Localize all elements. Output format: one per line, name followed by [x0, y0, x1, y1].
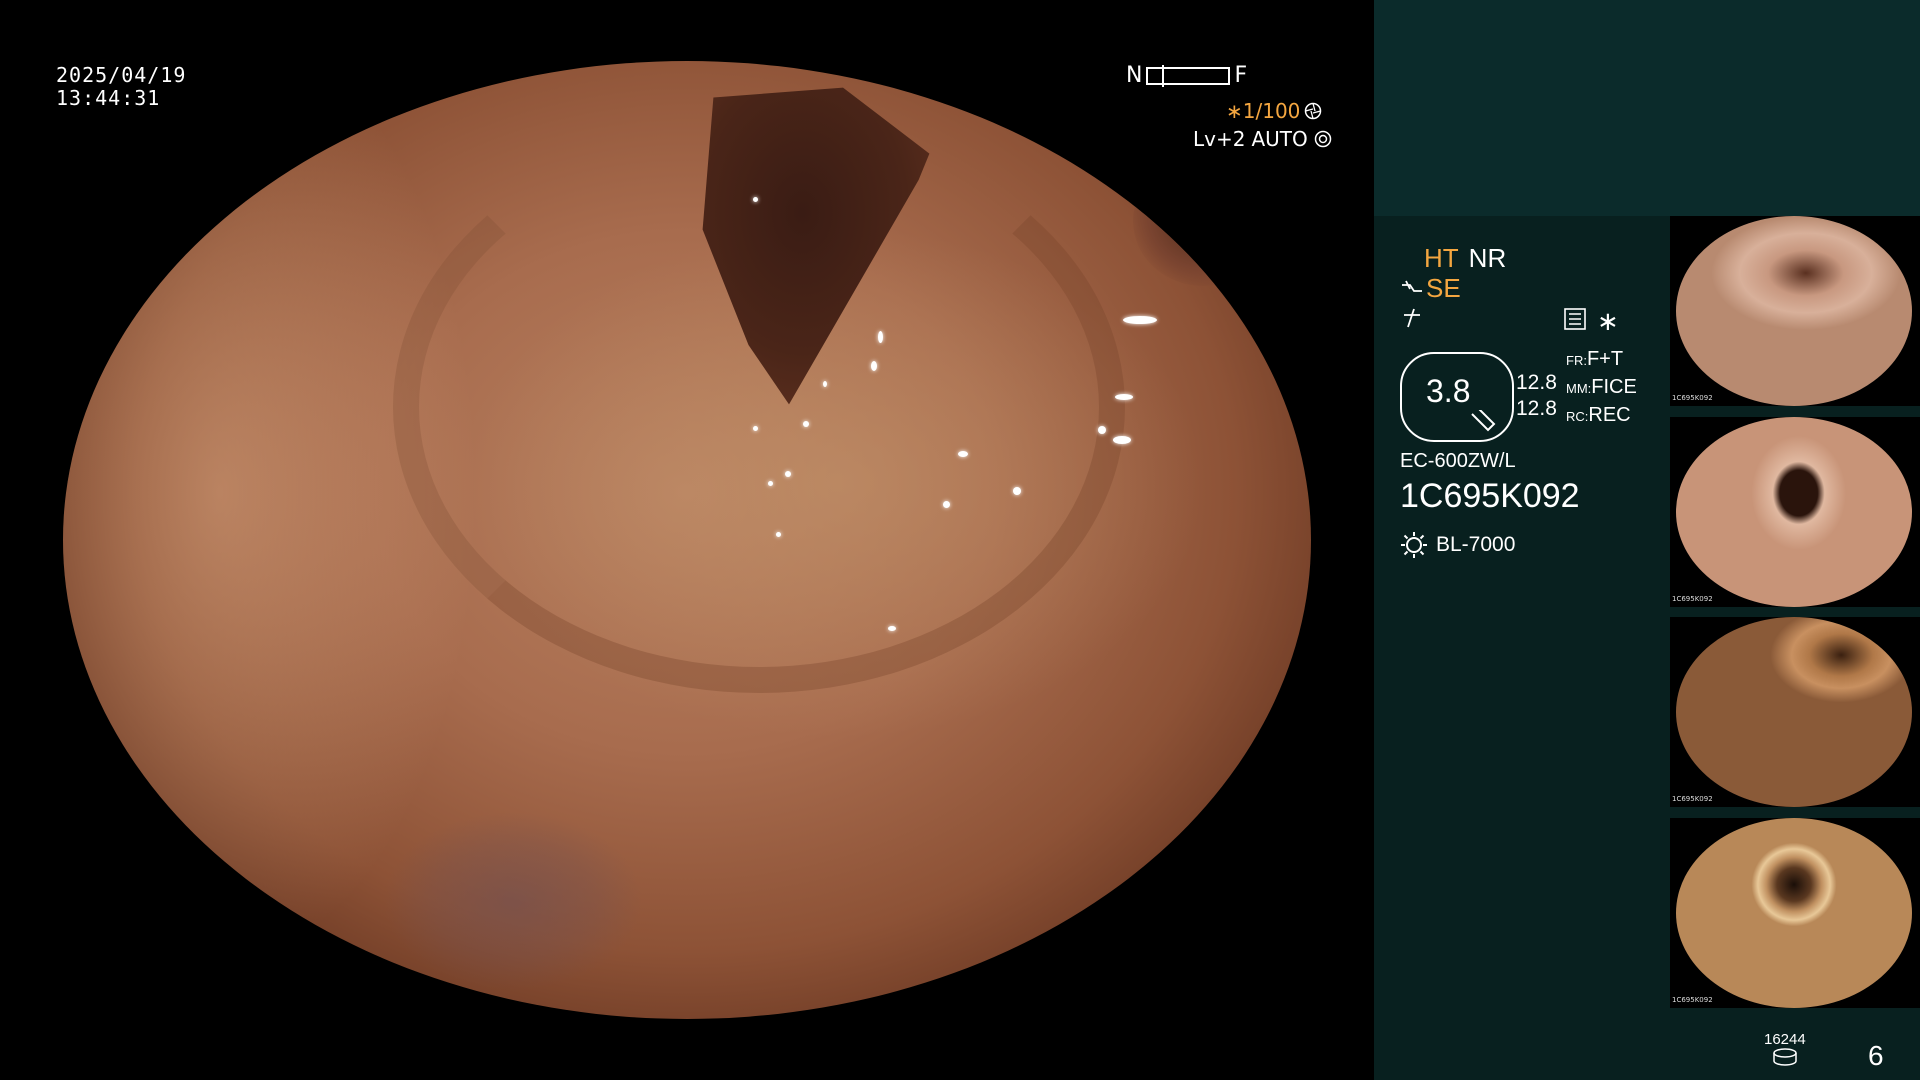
scope-serial: 1C695K092	[1400, 477, 1580, 515]
mode-value-2: 12.8	[1516, 397, 1557, 420]
se-label: SE	[1426, 273, 1461, 303]
menu-icon	[1564, 308, 1586, 330]
specular-highlight	[878, 331, 883, 343]
rc-value: REC	[1588, 404, 1631, 426]
page-number: 6	[1868, 1040, 1884, 1071]
mode-table: FR:F+T MM:FICE RC:REC	[1566, 346, 1637, 430]
light-source-row: BL-7000	[1400, 531, 1515, 559]
time-text: 13:44:31	[56, 86, 161, 110]
thumbnail-label: 1C695K092	[1672, 996, 1713, 1004]
light-source-text: BL-7000	[1436, 533, 1516, 556]
structure-row: SE	[1400, 273, 1461, 304]
focus-bar	[1146, 64, 1231, 87]
focus-indicator: N F	[1126, 63, 1247, 88]
processing-row: HT NR	[1424, 243, 1506, 274]
shutter-readout: ∗1/100	[1226, 99, 1322, 123]
image-count: 16244	[1764, 1031, 1806, 1070]
specular-highlight	[823, 381, 827, 387]
specular-highlight	[768, 481, 773, 486]
panel-header	[1374, 0, 1920, 216]
pigmented-lesion	[383, 811, 643, 991]
specular-highlight	[888, 626, 896, 631]
endoscope-view	[63, 61, 1311, 1019]
specular-highlight	[753, 426, 758, 431]
specular-highlight	[871, 361, 877, 371]
level-text: Lv+2	[1193, 127, 1246, 151]
date-text: 2025/04/19	[56, 63, 187, 87]
specular-highlight	[1115, 394, 1133, 400]
specular-highlight	[1013, 487, 1021, 495]
specular-highlight	[1123, 316, 1157, 324]
thumbnail-2[interactable]: 1C695K092	[1670, 417, 1920, 607]
specular-highlight	[1113, 436, 1131, 444]
specular-highlight	[785, 471, 791, 477]
fr-label: FR:	[1566, 353, 1587, 368]
freeze-icon	[1404, 308, 1420, 328]
specular-highlight	[943, 501, 950, 508]
ht-label: HT	[1424, 243, 1459, 273]
image-count-text: 16244	[1764, 1031, 1806, 1048]
focus-near-label: N	[1126, 63, 1143, 88]
rc-label: RC:	[1566, 409, 1589, 424]
fr-value: F+T	[1586, 348, 1624, 370]
thumbnail-1[interactable]: 1C695K092	[1670, 216, 1920, 406]
nr-label: NR	[1468, 243, 1507, 273]
specular-highlight	[1098, 426, 1106, 434]
zoom-indicator-icon	[1471, 410, 1496, 432]
mm-label: MM:	[1566, 381, 1592, 396]
mm-value: FICE	[1591, 376, 1637, 398]
scope-tip-icon	[1402, 280, 1422, 292]
star-mark: ∗	[1597, 306, 1619, 336]
shutter-text: ∗1/100	[1226, 99, 1301, 123]
thumbnail-label: 1C695K092	[1672, 795, 1713, 803]
thumbnail-4[interactable]: 1C695K092	[1670, 818, 1920, 1008]
mode-values: 12.8 12.8	[1516, 370, 1557, 422]
shutter-icon	[1305, 102, 1322, 120]
specular-highlight	[803, 421, 809, 427]
thumbnail-3[interactable]: 1C695K092	[1670, 617, 1920, 807]
exposure-mode-text: AUTO	[1251, 127, 1308, 151]
storage-icon	[1773, 1048, 1797, 1066]
focus-far-label: F	[1234, 63, 1248, 88]
datetime: 2025/04/19 13:44:31	[56, 64, 186, 110]
light-source-icon	[1401, 532, 1427, 558]
mode-value-1: 12.8	[1516, 371, 1557, 394]
thumbnail-label: 1C695K092	[1672, 394, 1713, 402]
zoom-value: 3.8	[1426, 373, 1471, 409]
exposure-readout: Lv+2 AUTO	[1193, 127, 1332, 151]
auto-iris-icon	[1314, 130, 1331, 148]
scope-model: EC-600ZW/L	[1400, 450, 1516, 472]
specular-highlight	[776, 532, 781, 537]
specular-highlight	[753, 197, 758, 202]
thumbnail-label: 1C695K092	[1672, 595, 1713, 603]
specular-highlight	[958, 451, 968, 457]
diverticulum	[1133, 156, 1273, 286]
